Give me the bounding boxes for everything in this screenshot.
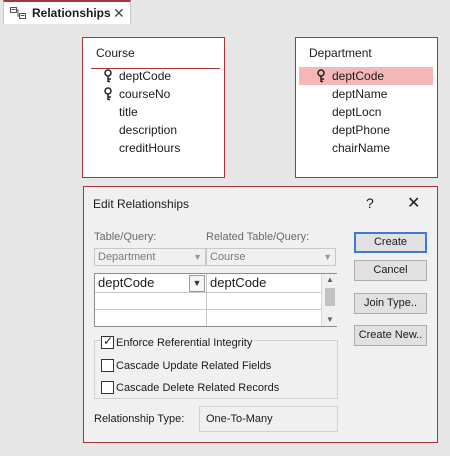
scroll-thumb[interactable]	[325, 288, 335, 306]
field-label: chairName	[332, 141, 391, 155]
edit-relationships-dialog: Edit Relationships ? ✕ Table/Query: Rela…	[83, 186, 438, 443]
field-label: deptName	[332, 87, 388, 101]
field-deptcode[interactable]: deptCode	[99, 67, 209, 85]
checkmark-icon: ✓	[103, 334, 114, 348]
enforce-integrity-label[interactable]: Enforce Referential Integrity	[116, 337, 255, 349]
field-credithours[interactable]: creditHours	[99, 139, 209, 157]
department-table-title: Department	[309, 46, 372, 60]
create-new-button[interactable]: Create New..	[354, 325, 427, 346]
field-deptcode-selected[interactable]: deptCode	[299, 67, 433, 85]
grid-divider	[206, 274, 207, 326]
table-query-select: Department ▼	[94, 248, 206, 266]
course-table[interactable]: Course deptCode courseNo title descripti…	[82, 37, 225, 178]
relationship-type-value: One-To-Many	[199, 406, 338, 432]
table-query-value: Department	[98, 251, 156, 263]
left-field-cell[interactable]: deptCode ▼	[95, 274, 206, 292]
chevron-down-icon[interactable]: ▼	[189, 275, 205, 292]
related-table-query-select: Course ▼	[206, 248, 336, 266]
close-icon[interactable]: ✕	[113, 5, 125, 21]
grid-divider	[95, 292, 321, 293]
left-field-value: deptCode	[98, 275, 155, 290]
join-type-button[interactable]: Join Type..	[354, 293, 427, 314]
dialog-title: Edit Relationships	[93, 197, 190, 211]
field-label: creditHours	[119, 141, 181, 155]
cancel-button[interactable]: Cancel	[354, 260, 427, 281]
grid-scrollbar[interactable]: ▲ ▼	[321, 274, 337, 326]
field-label: deptCode	[332, 69, 385, 83]
course-table-title: Course	[96, 46, 135, 60]
relationship-type-label: Relationship Type:	[94, 413, 185, 425]
primary-key-icon	[316, 69, 326, 83]
grid-divider	[95, 309, 321, 310]
chevron-down-icon: ▼	[193, 252, 202, 262]
cascade-update-label[interactable]: Cascade Update Related Fields	[116, 360, 271, 372]
field-label: deptLocn	[332, 105, 382, 119]
primary-key-icon	[103, 87, 113, 101]
field-label: deptPhone	[332, 123, 391, 137]
department-table[interactable]: Department deptCode deptName deptLocn de…	[295, 37, 438, 178]
field-deptname[interactable]: deptName	[312, 85, 422, 103]
related-table-query-value: Course	[210, 251, 246, 263]
create-button[interactable]: Create	[354, 232, 427, 253]
tab-label: Relationships	[32, 6, 111, 20]
table-query-label: Table/Query:	[94, 231, 157, 243]
field-deptphone[interactable]: deptPhone	[312, 121, 422, 139]
field-label: deptCode	[119, 69, 172, 83]
tab-relationships[interactable]: Relationships ✕	[3, 0, 131, 24]
cascade-update-checkbox[interactable]	[101, 359, 114, 372]
field-deptlocn[interactable]: deptLocn	[312, 103, 422, 121]
field-mapping-grid: deptCode ▼ deptCode ▲ ▼	[94, 273, 337, 327]
right-field-cell[interactable]: deptCode	[207, 274, 320, 292]
help-icon[interactable]: ?	[366, 195, 374, 211]
chevron-down-icon: ▼	[323, 252, 332, 262]
related-table-query-label: Related Table/Query:	[206, 231, 310, 243]
relationships-icon	[10, 7, 26, 20]
field-courseno[interactable]: courseNo	[99, 85, 209, 103]
close-icon[interactable]: ✕	[407, 193, 420, 213]
field-chairname[interactable]: chairName	[312, 139, 422, 157]
scroll-down-icon[interactable]: ▼	[322, 314, 338, 326]
document-tab-bar: Relationships ✕	[0, 0, 450, 24]
field-label: courseNo	[119, 87, 171, 101]
field-title[interactable]: title	[99, 103, 209, 121]
right-field-value: deptCode	[210, 275, 267, 290]
primary-key-icon	[103, 69, 113, 83]
cascade-delete-label[interactable]: Cascade Delete Related Records	[116, 382, 279, 394]
field-description[interactable]: description	[99, 121, 209, 139]
cascade-delete-checkbox[interactable]	[101, 381, 114, 394]
field-label: title	[119, 105, 138, 119]
field-label: description	[119, 123, 178, 137]
enforce-integrity-checkbox[interactable]: ✓	[101, 334, 114, 349]
scroll-up-icon[interactable]: ▲	[322, 274, 338, 286]
